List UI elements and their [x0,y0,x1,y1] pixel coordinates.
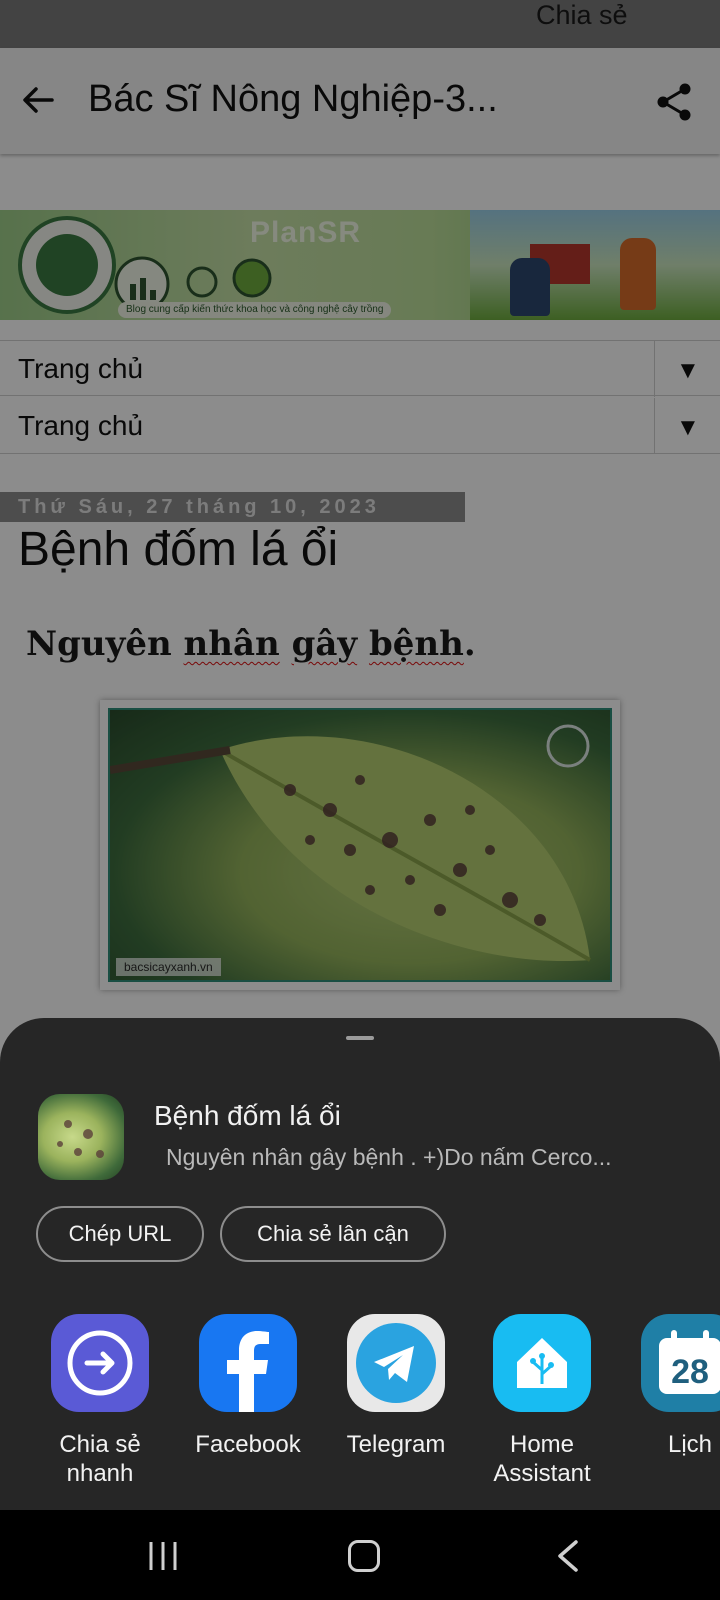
facebook-icon [199,1314,297,1412]
share-target-calendar[interactable]: 28 Lịch [620,1314,720,1459]
home-icon[interactable] [348,1540,380,1572]
share-preview-thumbnail [38,1094,124,1180]
quick-share-icon [51,1314,149,1412]
home-assistant-icon [493,1314,591,1412]
share-target-telegram[interactable]: Telegram [326,1314,466,1459]
app-label: Telegram [346,1431,446,1458]
svg-text:28: 28 [671,1353,709,1391]
share-target-home-assistant[interactable]: Home Assistant [472,1314,612,1488]
share-description: Nguyên nhân gây bệnh . +)Do nấm Cerco... [166,1144,612,1170]
copy-url-button[interactable]: Chép URL [36,1206,204,1262]
telegram-icon [347,1314,445,1412]
share-target-facebook[interactable]: Facebook [178,1314,318,1459]
drag-handle[interactable] [346,1036,374,1040]
recent-apps-icon[interactable] [148,1542,178,1570]
app-label: Lịch [667,1431,713,1458]
share-target-quick-share[interactable]: Chia sẻ nhanh [30,1314,170,1488]
calendar-icon: 28 [641,1314,720,1412]
app-label: Home Assistant [493,1431,591,1487]
share-sheet: Bệnh đốm lá ổi Nguyên nhân gây bệnh . +)… [0,1018,720,1510]
share-title: Bệnh đốm lá ổi [154,1100,341,1131]
app-label: Chia sẻ nhanh [59,1431,141,1487]
nearby-share-button[interactable]: Chia sẻ lân cận [220,1206,446,1262]
app-label: Facebook [195,1431,301,1458]
nav-back-icon[interactable] [556,1540,580,1572]
system-nav-bar [0,1510,720,1600]
